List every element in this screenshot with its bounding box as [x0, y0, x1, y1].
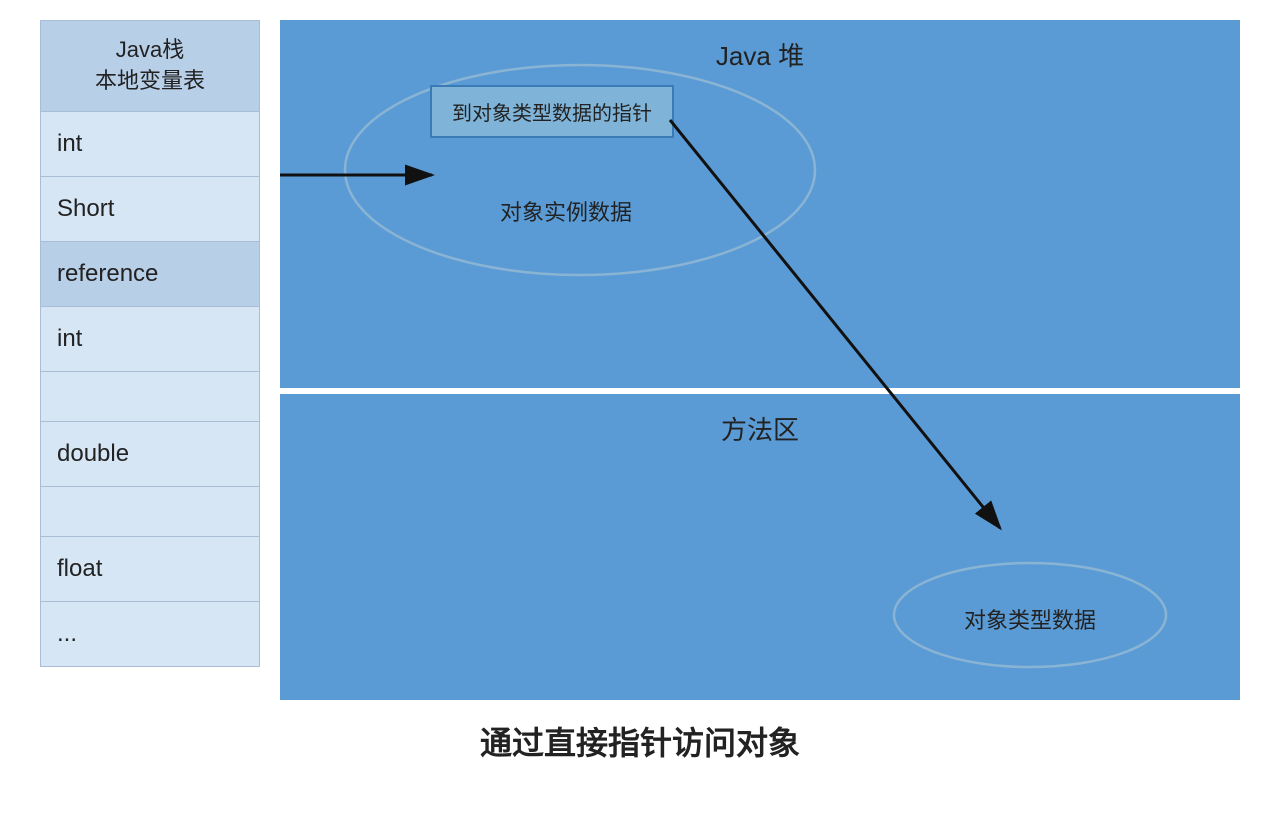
stack-header: Java栈本地变量表 — [40, 20, 260, 112]
bottom-title: 通过直接指针访问对象 — [480, 718, 800, 764]
pointer-box: 到对象类型数据的指针 — [430, 85, 674, 138]
stack-item-empty2 — [40, 487, 260, 537]
stack-item-ellipsis: ... — [40, 602, 260, 667]
object-type-label: 对象类型数据 — [910, 603, 1150, 635]
instance-data-label: 对象实例数据 — [500, 195, 632, 227]
method-area-title: 方法区 — [300, 410, 1220, 447]
stack-item-float: float — [40, 537, 260, 602]
heap-section: Java 堆 到对象类型数据的指针 对象实例数据 — [280, 20, 1240, 388]
stack-item-short: Short — [40, 177, 260, 242]
right-panel: Java 堆 到对象类型数据的指针 对象实例数据 方法区 — [280, 20, 1240, 700]
method-section: 方法区 对象类型数据 — [280, 394, 1240, 701]
stack-item-int1: int — [40, 112, 260, 177]
stack-item-int2: int — [40, 307, 260, 372]
stack-item-empty1 — [40, 372, 260, 422]
diagram-wrapper: Java栈本地变量表 int Short reference int doubl… — [40, 20, 1240, 700]
stack-item-reference: reference — [40, 242, 260, 307]
stack-item-double: double — [40, 422, 260, 487]
pointer-box-label: 到对象类型数据的指针 — [452, 103, 652, 125]
stack-panel: Java栈本地变量表 int Short reference int doubl… — [40, 20, 260, 700]
